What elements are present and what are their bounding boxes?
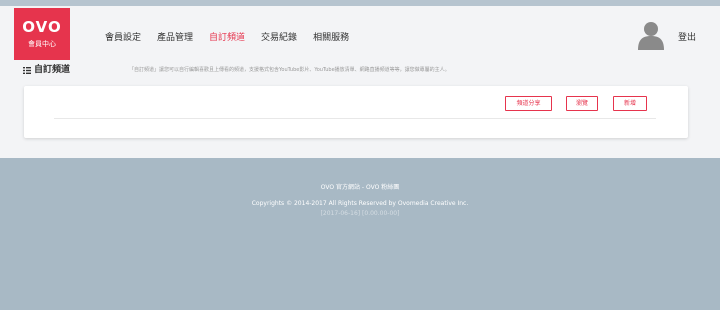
nav-item-transaction-records[interactable]: 交易紀錄 <box>261 31 297 45</box>
footer: OVO 官方網站 - OVO 粉絲團 Copyrights © 2014-201… <box>0 158 720 310</box>
logo-subtitle: 會員中心 <box>28 40 56 48</box>
nav-item-custom-channel[interactable]: 自訂頻道 <box>209 31 245 45</box>
main-nav: 會員設定 產品管理 自訂頻道 交易紀錄 相關服務 <box>105 31 365 45</box>
channel-panel: 頻道分享 瀏覽 新增 <box>24 86 688 138</box>
page-title: 自訂頻道 <box>34 65 71 75</box>
user-avatar-icon[interactable] <box>638 20 664 50</box>
logo-text: OVO <box>22 18 62 36</box>
add-button[interactable]: 新增 <box>613 96 647 111</box>
browse-button[interactable]: 瀏覽 <box>566 96 598 111</box>
nav-item-related-services[interactable]: 相關服務 <box>313 31 349 45</box>
page-title-row: 自訂頻道 <box>23 63 70 77</box>
footer-links[interactable]: OVO 官方網站 - OVO 粉絲團 <box>0 183 720 192</box>
logo[interactable]: OVO 會員中心 <box>14 8 70 60</box>
panel-divider <box>54 118 656 119</box>
footer-copyright: Copyrights © 2014-2017 All Rights Reserv… <box>251 200 469 207</box>
page-description: 「自訂頻道」讓您可以自行編輯喜歡且上傳看的頻道，支援格式包含YouTube影片、… <box>129 67 450 73</box>
logout-link[interactable]: 登出 <box>678 31 696 45</box>
channel-share-button[interactable]: 頻道分享 <box>505 96 552 111</box>
nav-item-member-settings[interactable]: 會員設定 <box>105 31 141 45</box>
footer-version: [2017-06-16] [0.00.00-00] <box>320 210 400 217</box>
list-icon <box>23 66 31 74</box>
header: OVO 會員中心 會員設定 產品管理 自訂頻道 交易紀錄 相關服務 登出 <box>0 6 720 60</box>
nav-item-product-management[interactable]: 產品管理 <box>157 31 193 45</box>
